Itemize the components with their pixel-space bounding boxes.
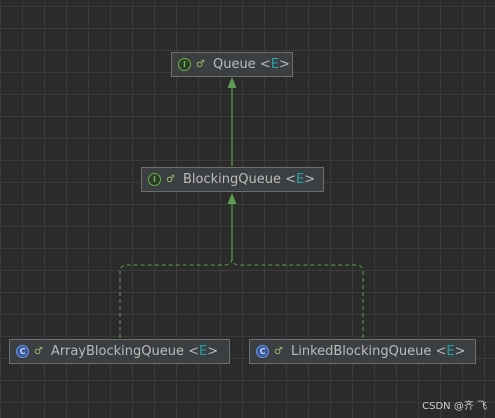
arrowhead-queue: [227, 77, 237, 88]
interface-icon: I: [178, 58, 191, 71]
interface-icon: I: [148, 173, 161, 186]
public-icon: ♂: [274, 346, 283, 357]
node-arrayblockingqueue[interactable]: C ♂ ArrayBlockingQueue <E>: [9, 339, 230, 364]
node-blockingqueue[interactable]: I ♂ BlockingQueue <E>: [141, 167, 324, 192]
node-linkedblockingqueue[interactable]: C ♂ LinkedBlockingQueue <E>: [249, 339, 476, 364]
edge-implements-arrayblockingqueue-blockingqueue: [119, 257, 233, 338]
node-label: ArrayBlockingQueue <E>: [50, 344, 219, 359]
arrowhead-blockingqueue: [227, 193, 237, 204]
node-queue[interactable]: I ♂ Queue <E>: [171, 52, 293, 77]
node-label: LinkedBlockingQueue <E>: [290, 344, 466, 359]
public-icon: ♂: [166, 174, 175, 185]
class-icon: C: [256, 345, 269, 358]
public-icon: ♂: [196, 59, 205, 70]
node-label: BlockingQueue <E>: [182, 172, 316, 187]
node-label: Queue <E>: [212, 57, 290, 72]
public-icon: ♂: [34, 346, 43, 357]
class-icon: C: [16, 345, 29, 358]
edge-implements-linkedblockingqueue-blockingqueue: [231, 257, 364, 338]
watermark: CSDN @齐 飞: [422, 401, 487, 412]
